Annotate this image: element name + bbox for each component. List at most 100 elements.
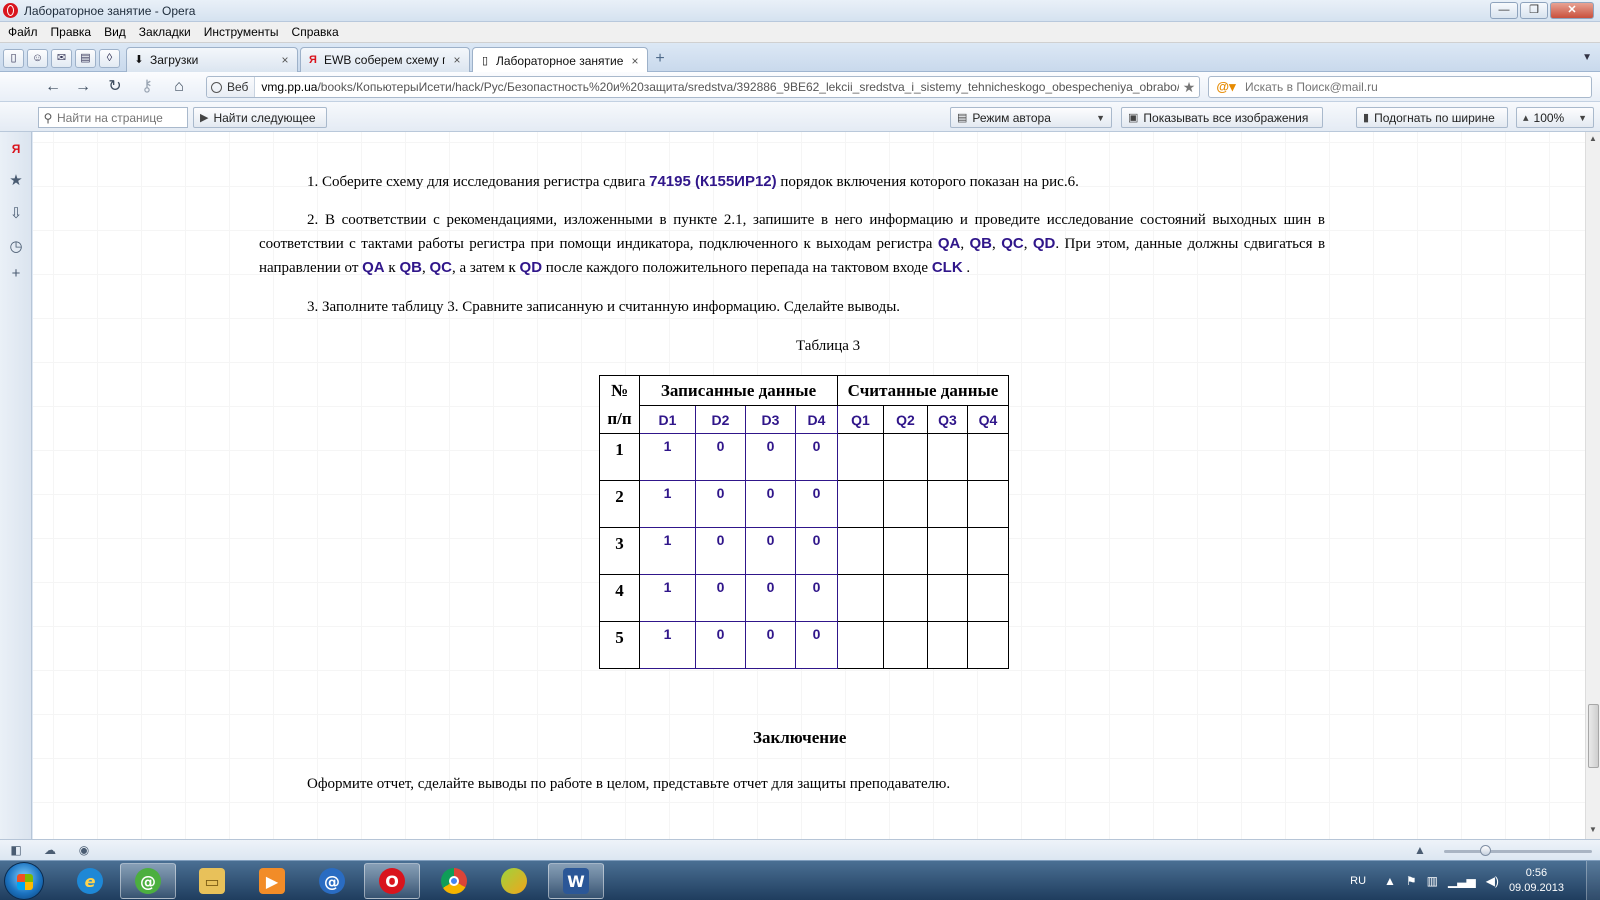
vertical-scrollbar[interactable]: ▲ ▼	[1585, 132, 1600, 839]
scroll-down-arrow-icon[interactable]: ▼	[1586, 825, 1600, 837]
notification-flag-icon[interactable]: ⚑	[1406, 874, 1417, 888]
menu-edit[interactable]: Правка	[47, 25, 101, 39]
key-icon[interactable]: ⚷	[136, 77, 158, 97]
zoom-slider-thumb[interactable]	[1480, 845, 1491, 856]
taskbar-app[interactable]	[486, 863, 542, 899]
bookmark-star-icon[interactable]: ★	[1179, 79, 1199, 96]
downloads-icon[interactable]: ⇩	[7, 205, 25, 223]
taskbar-internet-explorer[interactable]: e	[62, 863, 118, 899]
search-input[interactable]	[1243, 80, 1591, 94]
cell-d1: 1	[639, 433, 696, 481]
zoom-arrow-icon: ▴	[1523, 112, 1529, 124]
row-number: 5	[599, 621, 640, 669]
signal-icon[interactable]: ▁▃▅	[1448, 874, 1476, 888]
tab-close-icon[interactable]: ×	[629, 54, 641, 68]
row-number: 1	[599, 433, 640, 481]
menu-help[interactable]: Справка	[288, 25, 348, 39]
cell-d2: 0	[695, 433, 746, 481]
cell-d1: 1	[639, 574, 696, 622]
show-desktop-button[interactable]	[1586, 861, 1600, 900]
new-tab-plus-icon[interactable]: +	[651, 51, 669, 69]
column-header-d2: D2	[695, 405, 746, 434]
cell-d3: 0	[745, 433, 796, 481]
find-next-button[interactable]: ▶ Найти следующее	[193, 107, 327, 128]
taskbar-media-player[interactable]: ▶	[244, 863, 300, 899]
yandex-icon[interactable]: Я	[7, 140, 25, 158]
zoom-up-arrow-icon[interactable]: ▲	[1412, 843, 1428, 857]
cell-q2	[883, 433, 928, 481]
widget-icon[interactable]: ◊	[99, 49, 120, 68]
chip-name: 74195 (К155ИР12)	[649, 173, 777, 190]
mail-icon[interactable]: ✉	[51, 49, 72, 68]
taskbar-mail-ru[interactable]: @	[304, 863, 360, 899]
address-bar[interactable]: Веб vmg.pp.ua/books/КопьютерыИсети/hack/…	[206, 76, 1200, 98]
author-mode-select[interactable]: ▤ Режим автора ▼	[950, 107, 1112, 128]
globe-icon	[211, 81, 222, 93]
cell-d3: 0	[745, 527, 796, 575]
search-box[interactable]: @▾	[1208, 76, 1592, 98]
add-panel-plus-icon[interactable]: +	[7, 265, 25, 283]
home-icon[interactable]: ⌂	[168, 77, 190, 97]
menu-file[interactable]: Файл	[4, 25, 47, 39]
taskbar-opera[interactable]: O	[364, 863, 420, 899]
bookmarks-star-icon[interactable]: ★	[7, 172, 25, 190]
back-arrow-icon[interactable]: ←	[42, 77, 64, 97]
menu-view[interactable]: Вид	[100, 25, 135, 39]
tab-menu-chevron-down-icon[interactable]: ▼	[1582, 52, 1592, 63]
scroll-up-arrow-icon[interactable]: ▲	[1586, 134, 1600, 146]
conclusion-heading: Заключение	[753, 728, 847, 747]
chevron-down-icon: ▼	[1096, 112, 1105, 123]
tab-close-icon[interactable]: ×	[279, 53, 291, 67]
opera-logo-icon[interactable]	[3, 3, 18, 18]
forward-arrow-icon[interactable]: →	[72, 77, 94, 97]
network-icon[interactable]: ▥	[1427, 874, 1438, 888]
tab-close-icon[interactable]: ×	[451, 53, 463, 67]
column-header-d3: D3	[745, 405, 796, 434]
find-on-page-box[interactable]: ⚲	[38, 107, 188, 128]
restore-button[interactable]: ❐	[1520, 2, 1548, 19]
history-clock-icon[interactable]: ◷	[7, 238, 25, 256]
volume-icon[interactable]: ◀)	[1486, 874, 1499, 888]
url-text[interactable]: vmg.pp.ua/books/КопьютерыИсети/hack/Рус/…	[255, 80, 1179, 94]
site-info-badge[interactable]: Веб	[207, 77, 256, 97]
zoom-slider[interactable]	[1444, 850, 1592, 853]
show-images-button[interactable]: ▣ Показывать все изображения	[1121, 107, 1323, 128]
search-engine-mailru-icon[interactable]: @▾	[1209, 77, 1243, 97]
status-bar: ◧ ☁ ◉ ▲	[0, 839, 1600, 860]
fit-width-button[interactable]: ▮ Подогнать по ширине	[1356, 107, 1508, 128]
paragraph-2: 2. В соответствии с рекомендациями, изло…	[259, 212, 1326, 276]
cell-q2	[883, 621, 928, 669]
page-icon[interactable]: ▯	[3, 49, 24, 68]
clock[interactable]: 0:56 09.09.2013	[1509, 866, 1564, 896]
taskbar-chrome[interactable]	[426, 863, 482, 899]
taskbar-mail-agent[interactable]: @	[120, 863, 176, 899]
tab-lab-lesson[interactable]: ▯ Лабораторное занятие ×	[472, 47, 648, 73]
scroll-thumb[interactable]	[1588, 704, 1599, 768]
speed-dial-icon[interactable]: ◉	[76, 843, 92, 857]
reload-icon[interactable]: ↻	[104, 77, 126, 97]
contact-icon[interactable]: ☺	[27, 49, 48, 68]
cell-q3	[927, 527, 968, 575]
cell-d3: 0	[745, 480, 796, 528]
show-hidden-icons-arrow-icon[interactable]: ▲	[1384, 874, 1396, 888]
tab-ewb[interactable]: Я EWB соберем схему п... ×	[300, 47, 470, 72]
media-player-icon: ▶	[259, 868, 285, 894]
taskbar-explorer[interactable]: ▭	[184, 863, 240, 899]
conclusion-text: Оформите отчет, сделайте выводы по работ…	[307, 776, 951, 792]
language-indicator[interactable]: RU	[1350, 875, 1366, 887]
data-table: № Записанные данные Считанные данные п/п…	[599, 375, 1009, 669]
minimize-button[interactable]: —	[1490, 2, 1518, 19]
cell-d3: 0	[745, 621, 796, 669]
taskbar-word[interactable]: W	[548, 863, 604, 899]
menu-bookmarks[interactable]: Закладки	[135, 25, 200, 39]
start-button[interactable]	[4, 862, 44, 900]
menu-tools[interactable]: Инструменты	[200, 25, 288, 39]
menu-bar: Файл Правка Вид Закладки Инструменты Спр…	[0, 22, 1600, 43]
turbo-cloud-icon[interactable]: ☁	[42, 843, 58, 857]
panel-toggle-icon[interactable]: ◧	[8, 843, 24, 857]
tab-downloads[interactable]: ⬇ Загрузки ×	[126, 47, 298, 72]
close-button[interactable]: ✕	[1550, 2, 1594, 19]
find-on-page-input[interactable]	[57, 110, 183, 125]
note-icon[interactable]: ▤	[75, 49, 96, 68]
zoom-select[interactable]: ▴ 100% ▼	[1516, 107, 1594, 128]
